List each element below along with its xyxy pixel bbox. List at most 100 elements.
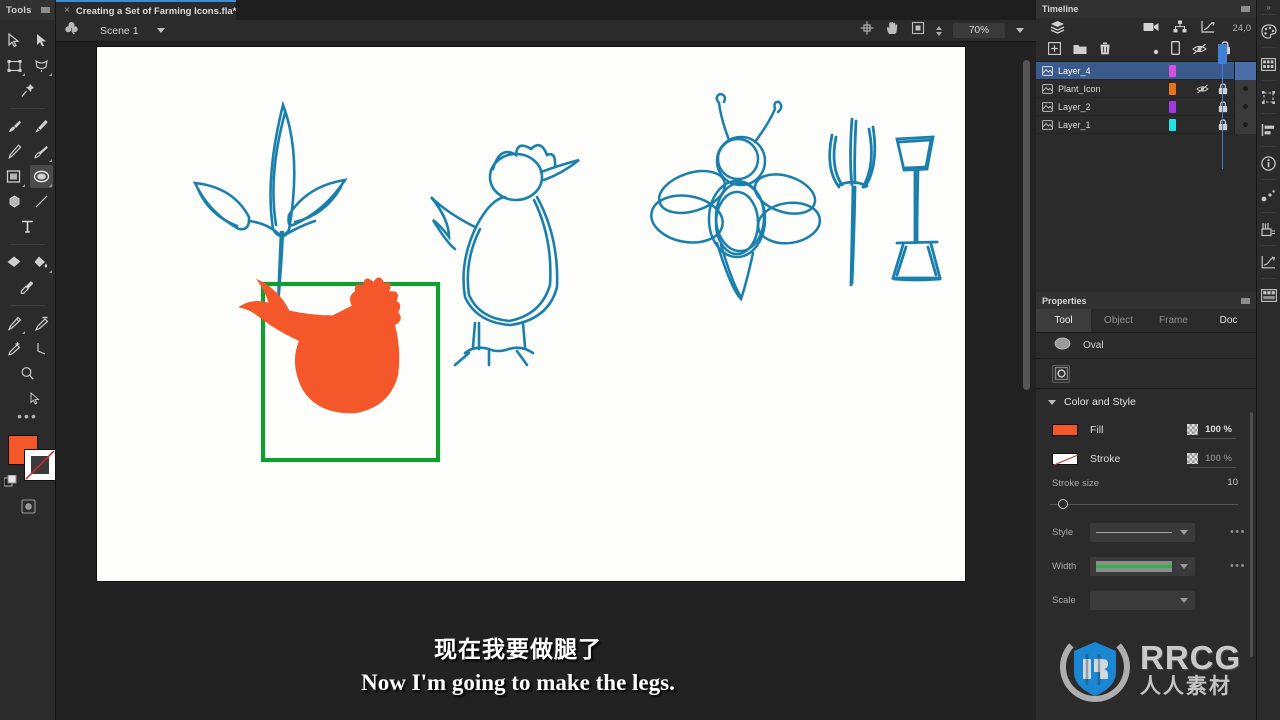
color-and-style-section-header[interactable]: Color and Style: [1036, 389, 1256, 415]
stroke-size-value[interactable]: 10: [1227, 477, 1238, 488]
video-camera-icon[interactable]: [1143, 20, 1159, 38]
scene-selector[interactable]: Scene 1: [86, 25, 165, 37]
object-drawing-toggle[interactable]: [21, 499, 36, 514]
layer-frame-cell[interactable]: [1234, 97, 1256, 116]
more-tools-button[interactable]: •••: [0, 409, 55, 427]
tab-doc[interactable]: Doc: [1201, 309, 1256, 332]
color-palette-icon[interactable]: [1257, 15, 1280, 47]
layer-frame-cell[interactable]: [1234, 79, 1256, 98]
subselection-tool[interactable]: [30, 29, 53, 52]
timeline-layer-row[interactable]: Layer_2: [1036, 97, 1256, 116]
pencil-tool[interactable]: [3, 140, 26, 163]
stroke-size-slider[interactable]: [1036, 495, 1256, 515]
timeline-layer-row[interactable]: Plant_Icon: [1036, 79, 1256, 98]
layers-stack-icon[interactable]: [1050, 20, 1065, 39]
width-dropdown[interactable]: [1090, 556, 1195, 576]
panel-menu-icon[interactable]: [1241, 298, 1250, 304]
fill-color-swatch[interactable]: [1052, 423, 1078, 436]
style-options-button[interactable]: •••: [1230, 526, 1246, 538]
stroke-alpha-value[interactable]: 100 %: [1205, 453, 1232, 464]
zoom-tool[interactable]: [16, 362, 39, 385]
timeline-layer-row[interactable]: Layer_1: [1036, 115, 1256, 134]
stroke-color-swatch[interactable]: [1052, 452, 1079, 466]
swatches-icon[interactable]: [1257, 48, 1280, 80]
eye-slash-icon[interactable]: [1192, 42, 1207, 60]
hierarchy-icon[interactable]: [1173, 20, 1187, 38]
eyedropper-tool[interactable]: [16, 276, 39, 299]
slider-knob[interactable]: [1058, 499, 1068, 509]
tab-tool[interactable]: Tool: [1036, 309, 1091, 332]
selection-tool[interactable]: [3, 29, 26, 52]
timeline-playhead[interactable]: [1218, 44, 1227, 64]
zoom-level-input[interactable]: 70%: [953, 23, 1005, 38]
object-drawing-icon[interactable]: [1052, 364, 1070, 383]
folder-icon[interactable]: [1073, 42, 1087, 60]
clip-content-icon[interactable]: [911, 21, 925, 40]
stroke-color-swatch[interactable]: [24, 449, 56, 481]
stepper-up-icon[interactable]: [936, 25, 942, 30]
black-and-white-button[interactable]: [3, 474, 17, 488]
delete-anchor-tool[interactable]: [30, 312, 53, 335]
layer-lock-toggle[interactable]: [1212, 118, 1234, 131]
paint-bucket-tool[interactable]: [30, 251, 53, 274]
edit-symbols-button[interactable]: [56, 21, 86, 41]
rectangle-outline-icon[interactable]: [1171, 41, 1180, 60]
lasso-tool[interactable]: [30, 54, 53, 77]
transform-icon[interactable]: [1257, 81, 1280, 113]
layer-lock-toggle[interactable]: [1212, 100, 1234, 113]
brush-tool[interactable]: [3, 115, 26, 138]
center-stage-icon[interactable]: [860, 21, 874, 40]
eraser-tool[interactable]: [3, 251, 26, 274]
chevron-down-icon[interactable]: [1180, 597, 1188, 603]
convert-anchor-tool[interactable]: [30, 337, 53, 360]
polystar-tool[interactable]: [3, 190, 26, 213]
chevron-down-icon[interactable]: [156, 28, 165, 33]
canvas-vertical-scrollbar[interactable]: [1023, 60, 1030, 390]
double-chevron-icon[interactable]: »: [1257, 0, 1280, 14]
asset-warp-icon[interactable]: [1257, 213, 1280, 245]
pen-tool[interactable]: [3, 312, 26, 335]
align-icon[interactable]: [1257, 114, 1280, 146]
layer-frame-cell[interactable]: [1234, 115, 1256, 134]
tab-object[interactable]: Object: [1091, 309, 1146, 332]
zoom-stepper[interactable]: [936, 25, 942, 36]
style-dropdown[interactable]: [1090, 522, 1195, 542]
stepper-down-icon[interactable]: [936, 31, 942, 36]
fill-alpha-value[interactable]: 100 %: [1205, 424, 1232, 435]
chevron-down-icon[interactable]: [1048, 399, 1056, 405]
layer-lock-toggle[interactable]: [1212, 82, 1234, 95]
hand-cursor-tool[interactable]: [23, 387, 46, 410]
motion-path-icon[interactable]: [1257, 180, 1280, 212]
text-tool[interactable]: [16, 215, 39, 238]
width-options-button[interactable]: •••: [1230, 560, 1246, 572]
layer-frame-cell[interactable]: [1234, 61, 1256, 80]
paint-brush-tool[interactable]: [30, 115, 53, 138]
hand-icon[interactable]: [885, 21, 900, 41]
fluid-brush-tool[interactable]: [30, 140, 53, 163]
document-tab[interactable]: × Creating a Set of Farming Icons.fla*: [56, 0, 236, 20]
oval-tool[interactable]: [29, 165, 53, 188]
add-anchor-tool[interactable]: [3, 337, 26, 360]
canvas-area[interactable]: [56, 42, 1036, 720]
library-icon[interactable]: [1257, 279, 1280, 311]
free-transform-tool[interactable]: [3, 54, 26, 77]
panel-menu-icon[interactable]: [41, 7, 50, 13]
close-icon[interactable]: ×: [64, 6, 70, 16]
scale-dropdown[interactable]: [1090, 590, 1195, 610]
tab-frame[interactable]: Frame: [1146, 309, 1201, 332]
stage-canvas[interactable]: [97, 47, 965, 581]
layer-visibility-toggle[interactable]: [1192, 84, 1212, 94]
properties-scrollbar[interactable]: [1250, 412, 1253, 657]
graph-editor-icon[interactable]: [1257, 246, 1280, 278]
timeline-layer-row[interactable]: Layer_4: [1036, 61, 1256, 80]
line-tool[interactable]: [30, 190, 53, 213]
pin-tool[interactable]: [16, 79, 39, 102]
line-graph-icon[interactable]: [1201, 20, 1215, 38]
chevron-down-icon[interactable]: [1180, 563, 1188, 569]
rectangle-tool[interactable]: [3, 165, 26, 188]
plus-square-icon[interactable]: [1048, 41, 1061, 60]
panel-menu-icon[interactable]: [1241, 6, 1250, 12]
zoom-preset-chevron-down-icon[interactable]: [1016, 28, 1024, 33]
trash-icon[interactable]: [1099, 42, 1111, 60]
chevron-down-icon[interactable]: [1180, 529, 1188, 535]
